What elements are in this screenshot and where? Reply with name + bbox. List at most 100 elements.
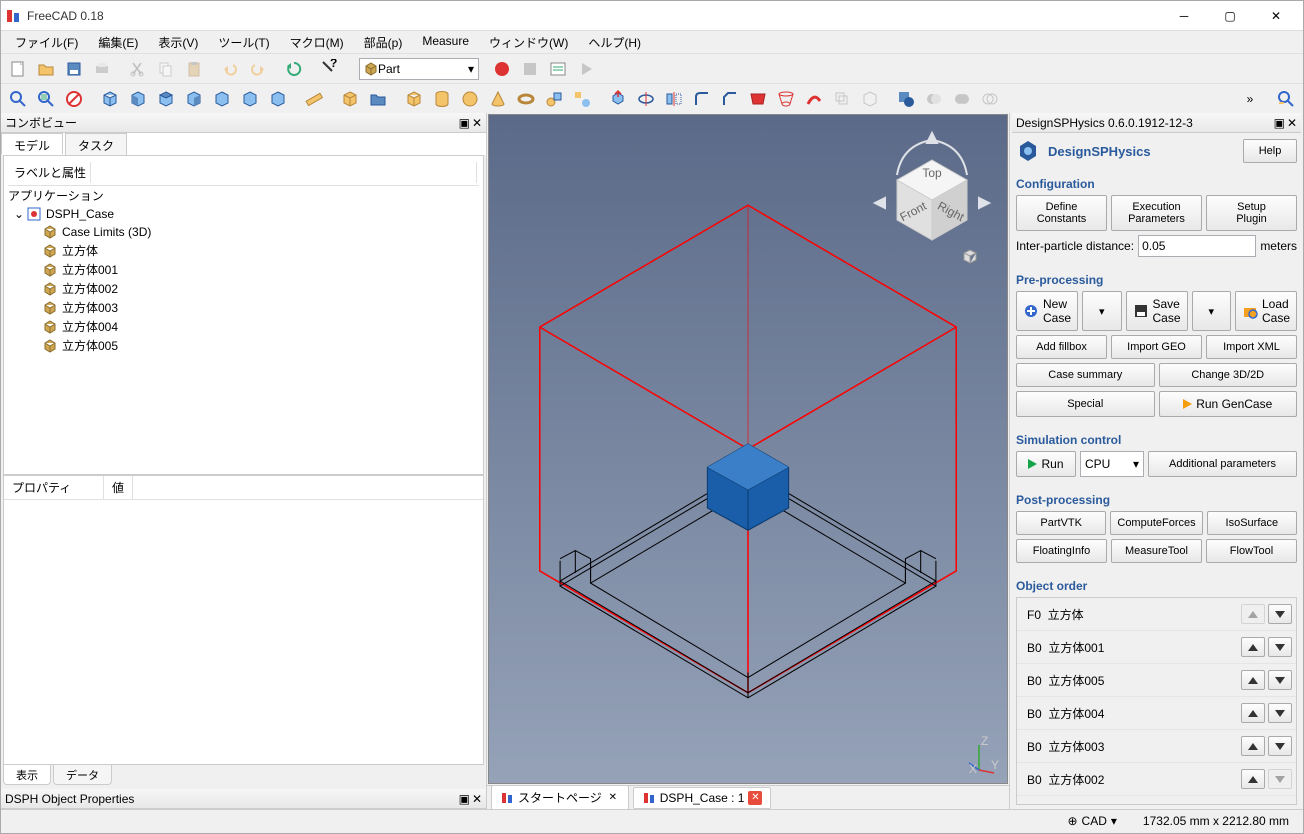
fillet-button[interactable]	[689, 86, 715, 112]
compute-mode-select[interactable]: CPU▾	[1080, 451, 1144, 477]
post-button-IsoSurface[interactable]: IsoSurface	[1207, 511, 1297, 535]
chamfer-button[interactable]	[717, 86, 743, 112]
3d-viewport[interactable]: Top Front Right Z Y X	[488, 114, 1008, 784]
stop-macro-button[interactable]	[517, 56, 543, 82]
execute-macro-button[interactable]	[573, 56, 599, 82]
save-button[interactable]	[61, 56, 87, 82]
mirror-button[interactable]	[661, 86, 687, 112]
group-button[interactable]	[365, 86, 391, 112]
right-view-button[interactable]	[181, 86, 207, 112]
tree-item[interactable]: 立方体001	[28, 260, 479, 279]
revolve-button[interactable]	[633, 86, 659, 112]
cut-button[interactable]	[125, 56, 151, 82]
close-panel-icon[interactable]: ✕	[472, 116, 482, 130]
box-button[interactable]	[401, 86, 427, 112]
menu-部品(p)[interactable]: 部品(p)	[354, 31, 413, 53]
chevron-down-icon[interactable]: ▾	[1111, 814, 1117, 828]
ipd-input[interactable]	[1138, 235, 1256, 257]
help-button[interactable]: Help	[1243, 139, 1297, 163]
toolbar-more-button[interactable]: »	[1237, 86, 1263, 112]
run-button[interactable]: Run	[1016, 451, 1076, 477]
minimize-button[interactable]: ─	[1161, 1, 1207, 31]
post-button-FloatingInfo[interactable]: FloatingInfo	[1016, 539, 1107, 563]
refresh-button[interactable]	[281, 56, 307, 82]
thickness-button[interactable]	[857, 86, 883, 112]
draw-style-button[interactable]	[61, 86, 87, 112]
config-button[interactable]: Define Constants	[1016, 195, 1107, 231]
cone-button[interactable]	[485, 86, 511, 112]
import-geo-button[interactable]: Import GEO	[1111, 335, 1202, 359]
redo-button[interactable]	[245, 56, 271, 82]
maximize-button[interactable]: ▢	[1207, 1, 1253, 31]
tree-item[interactable]: 立方体004	[28, 317, 479, 336]
primitives-button[interactable]	[541, 86, 567, 112]
paste-button[interactable]	[181, 56, 207, 82]
sphere-button[interactable]	[457, 86, 483, 112]
move-up-button[interactable]	[1241, 703, 1265, 723]
tree-root[interactable]: アプリケーション	[8, 186, 479, 205]
tree-item[interactable]: 立方体005	[28, 336, 479, 355]
menu-ウィンドウ(W)[interactable]: ウィンドウ(W)	[479, 31, 578, 53]
boolean-button[interactable]	[893, 86, 919, 112]
new-file-button[interactable]	[5, 56, 31, 82]
menu-表示(V)[interactable]: 表示(V)	[148, 31, 208, 53]
save-case-dropdown[interactable]: ▾	[1192, 291, 1231, 331]
btab-データ[interactable]: データ	[53, 765, 112, 785]
menu-ファイル(F)[interactable]: ファイル(F)	[5, 31, 88, 53]
change-3d2d-button[interactable]: Change 3D/2D	[1159, 363, 1298, 387]
record-macro-button[interactable]	[489, 56, 515, 82]
extrude-button[interactable]	[605, 86, 631, 112]
print-button[interactable]	[89, 56, 115, 82]
menu-ツール(T)[interactable]: ツール(T)	[208, 31, 279, 53]
offset-button[interactable]	[829, 86, 855, 112]
undock-icon[interactable]: ▣	[459, 116, 470, 130]
tree-item[interactable]: Case Limits (3D)	[28, 223, 479, 241]
bottom-view-button[interactable]	[237, 86, 263, 112]
move-down-button[interactable]	[1268, 637, 1292, 657]
tree-view[interactable]: ラベルと属性 アプリケーション ⌄ DSPH_Case Case Limits …	[3, 155, 484, 475]
shapebuilder-button[interactable]	[569, 86, 595, 112]
whatsthis-button[interactable]: ?	[317, 56, 343, 82]
move-down-button[interactable]	[1268, 604, 1292, 624]
front-view-button[interactable]	[125, 86, 151, 112]
menu-編集(E)[interactable]: 編集(E)	[88, 31, 148, 53]
undo-button[interactable]	[217, 56, 243, 82]
fit-selection-button[interactable]	[33, 86, 59, 112]
measure-distance-button[interactable]	[1273, 86, 1299, 112]
tree-group[interactable]: ⌄ DSPH_Case	[8, 205, 479, 223]
workbench-selector[interactable]: Part ▾	[359, 58, 479, 80]
add-fillbox-button[interactable]: Add fillbox	[1016, 335, 1107, 359]
move-up-button[interactable]	[1241, 736, 1265, 756]
macro-list-button[interactable]	[545, 56, 571, 82]
navigation-cube[interactable]: Top Front Right	[867, 125, 997, 275]
tree-item[interactable]: 立方体003	[28, 298, 479, 317]
close-button[interactable]: ✕	[1253, 1, 1299, 31]
doc-tab[interactable]: スタートページ✕	[491, 785, 629, 810]
undock-icon[interactable]: ▣	[459, 792, 470, 806]
additional-params-button[interactable]: Additional parameters	[1148, 451, 1297, 477]
property-view[interactable]: プロパティ 値	[3, 475, 484, 765]
ruled-button[interactable]	[745, 86, 771, 112]
close-tab-icon[interactable]: ✕	[606, 791, 620, 805]
special-button[interactable]: Special	[1016, 391, 1155, 417]
btab-表示[interactable]: 表示	[3, 765, 51, 785]
close-panel-icon[interactable]: ✕	[1287, 116, 1297, 130]
cut-bool-button[interactable]	[921, 86, 947, 112]
tab-タスク[interactable]: タスク	[65, 133, 127, 155]
save-case-button[interactable]: Save Case	[1126, 291, 1188, 331]
run-gencase-button[interactable]: Run GenCase	[1159, 391, 1298, 417]
rear-view-button[interactable]	[209, 86, 235, 112]
move-up-button[interactable]	[1241, 670, 1265, 690]
post-button-FlowTool[interactable]: FlowTool	[1206, 539, 1297, 563]
move-up-button[interactable]	[1241, 769, 1265, 789]
undock-icon[interactable]: ▣	[1274, 116, 1285, 130]
sweep-button[interactable]	[801, 86, 827, 112]
new-case-button[interactable]: New Case	[1016, 291, 1078, 331]
case-summary-button[interactable]: Case summary	[1016, 363, 1155, 387]
post-button-MeasureTool[interactable]: MeasureTool	[1111, 539, 1202, 563]
open-file-button[interactable]	[33, 56, 59, 82]
tab-モデル[interactable]: モデル	[1, 133, 63, 155]
post-button-PartVTK[interactable]: PartVTK	[1016, 511, 1106, 535]
close-tab-icon[interactable]: ✕	[748, 791, 762, 805]
collapse-icon[interactable]: ⌄	[12, 207, 26, 221]
